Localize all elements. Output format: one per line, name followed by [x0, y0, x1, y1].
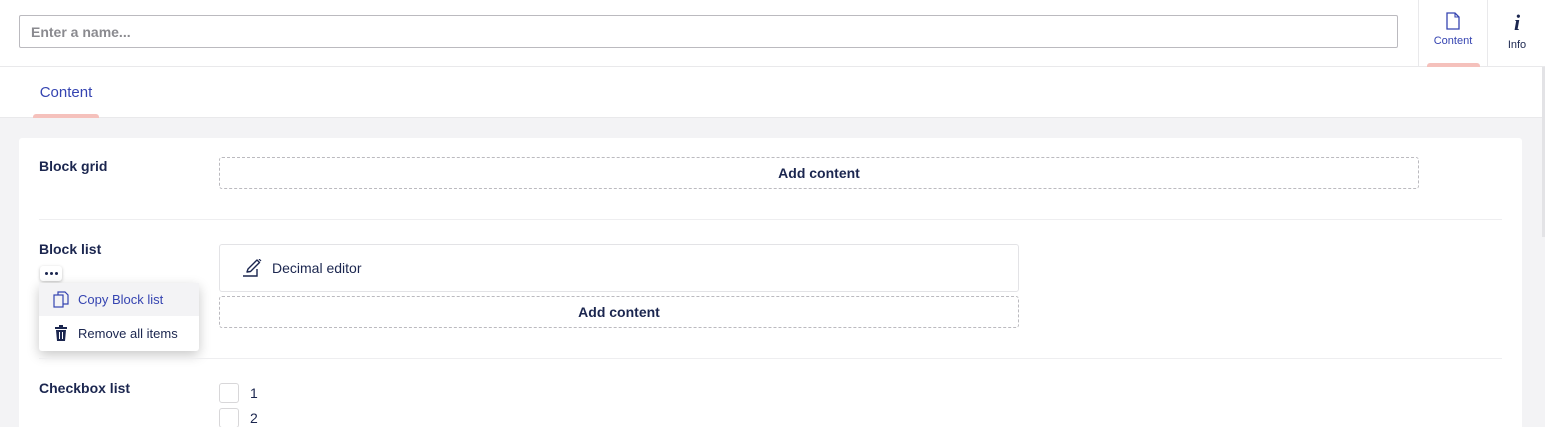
tab-content[interactable]: Content	[33, 67, 99, 118]
dot	[54, 272, 58, 275]
edit-icon	[243, 259, 262, 277]
app-content-button[interactable]: Content	[1418, 0, 1488, 67]
block-grid-add-content-button[interactable]: Add content	[219, 157, 1419, 189]
document-icon	[1446, 12, 1460, 30]
block-list-item-label: Decimal editor	[272, 260, 362, 276]
divider	[39, 358, 1502, 359]
checkbox-list-label: Checkbox list	[39, 380, 131, 396]
copy-icon	[53, 291, 69, 308]
copy-block-list-label: Copy Block list	[78, 292, 164, 307]
tab-active-indicator	[33, 114, 99, 118]
dot	[49, 272, 53, 275]
checkbox-option[interactable]: 2	[219, 408, 258, 427]
checkbox[interactable]	[219, 383, 239, 403]
block-list-item[interactable]: Decimal editor	[219, 244, 1019, 292]
tab-bar: Content	[0, 67, 1545, 118]
content-panel: Block grid Add content Block list Decima…	[19, 138, 1522, 427]
block-grid-label: Block grid	[39, 158, 108, 174]
editor-header: Content i Info	[0, 0, 1545, 67]
remove-all-items-menu-item[interactable]: Remove all items	[39, 317, 199, 350]
trash-icon	[55, 325, 67, 341]
divider	[39, 219, 1502, 220]
property-actions-button[interactable]	[40, 266, 62, 281]
checkbox[interactable]	[219, 408, 239, 427]
dot	[44, 272, 48, 275]
tab-content-label: Content	[39, 84, 93, 101]
checkbox-option-label: 1	[250, 385, 258, 401]
app-info-label: Info	[1507, 39, 1527, 51]
info-icon: i	[1513, 10, 1521, 35]
remove-all-items-label: Remove all items	[78, 326, 178, 341]
copy-block-list-menu-item[interactable]: Copy Block list	[39, 283, 199, 316]
checkbox-option-label: 2	[250, 410, 258, 426]
app-info-button[interactable]: i Info	[1489, 0, 1545, 67]
name-input[interactable]	[19, 15, 1398, 48]
checkbox-option[interactable]: 1	[219, 383, 258, 403]
app-content-label: Content	[1433, 35, 1473, 47]
property-actions-menu: Copy Block list Remove all items	[39, 283, 199, 351]
block-list-label: Block list	[39, 241, 102, 257]
block-list-add-content-button[interactable]: Add content	[219, 296, 1019, 328]
